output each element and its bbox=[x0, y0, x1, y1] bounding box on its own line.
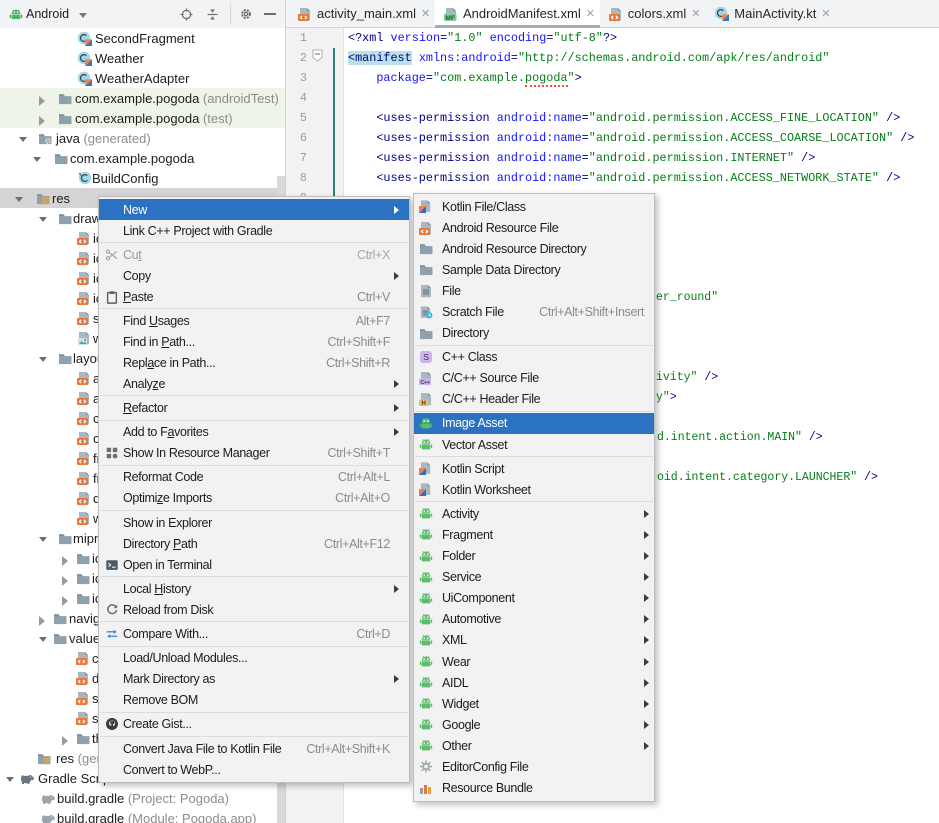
svg-text:C++: C++ bbox=[420, 380, 429, 385]
svg-text:H: H bbox=[422, 401, 426, 406]
svg-text:S: S bbox=[423, 352, 429, 362]
svg-text:MF: MF bbox=[445, 14, 455, 20]
